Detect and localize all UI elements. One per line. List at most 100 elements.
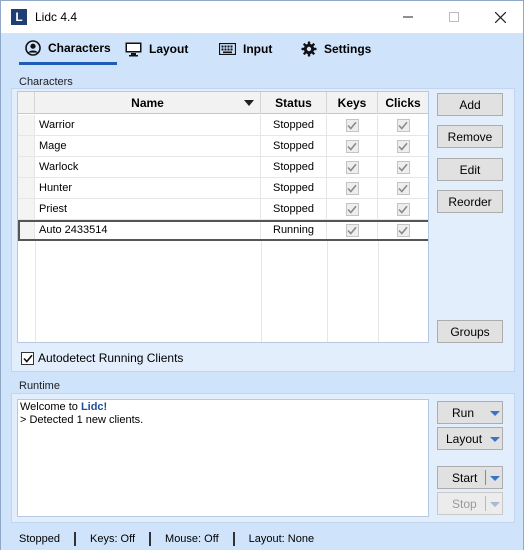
row-selector[interactable] [18,199,35,219]
chevron-down-icon[interactable] [490,502,500,507]
chevron-down-icon[interactable] [490,476,500,481]
edit-button[interactable]: Edit [437,158,503,181]
row-selector[interactable] [18,220,35,240]
keys-checkbox[interactable] [345,160,359,174]
table-row[interactable]: Warlock Stopped [18,157,428,178]
keys-checkbox[interactable] [345,139,359,153]
app-icon: L [11,9,27,25]
character-status: Stopped [261,178,327,198]
clicks-cell [378,199,428,219]
log-welcome-prefix: Welcome to [20,401,81,413]
table-row-selected[interactable]: Auto 2433514 Running [18,220,428,241]
status-bar: Stopped Keys: Off Mouse: Off Layout: Non… [1,527,523,550]
keys-cell [327,115,378,135]
layout-button[interactable]: Layout [437,427,503,450]
clicks-cell [378,115,428,135]
status-separator [73,531,76,546]
status-mouse: Mouse: Off [165,532,219,545]
keys-checkbox[interactable] [345,181,359,195]
clicks-checkbox[interactable] [396,118,410,132]
start-label: Start [452,470,478,485]
keys-checkbox[interactable] [345,118,359,132]
table-row[interactable]: Warrior Stopped [18,115,428,136]
clicks-checkbox[interactable] [396,202,410,216]
character-status: Stopped [261,199,327,219]
status-layout: Layout: None [248,532,315,545]
keys-cell [327,178,378,198]
character-name: Auto 2433514 [35,220,261,240]
maximize-button[interactable] [431,1,477,33]
column-header-name[interactable]: Name [35,92,261,114]
column-header-keys[interactable]: Keys [327,92,378,114]
tab-label: Layout [149,42,189,56]
character-status: Running [261,220,327,240]
check-icon [398,121,408,130]
tab-label: Settings [324,42,372,56]
tab-characters[interactable]: Characters [19,33,117,65]
table-row[interactable]: Mage Stopped [18,136,428,157]
keyboard-icon [219,43,236,55]
stop-button[interactable]: Stop [437,492,503,515]
check-icon [398,142,408,151]
column-header-clicks[interactable]: Clicks [378,92,428,114]
tab-label: Input [243,42,273,56]
row-selector[interactable] [18,136,35,156]
close-button[interactable] [477,1,523,33]
tab-layout[interactable]: Layout [119,33,194,65]
keys-checkbox[interactable] [345,202,359,216]
add-button[interactable]: Add [437,93,503,116]
check-icon [22,354,33,363]
check-icon [347,184,357,193]
column-header-label: Status [275,96,312,110]
clicks-checkbox[interactable] [396,139,410,153]
keys-cell [327,136,378,156]
start-button[interactable]: Start [437,466,503,489]
tab-input[interactable]: Input [213,33,278,65]
runtime-log[interactable]: Welcome to Lidc! > Detected 1 new client… [17,399,429,517]
row-selector[interactable] [18,157,35,177]
autodetect-checkbox[interactable]: Autodetect Running Clients [21,351,183,365]
clicks-checkbox[interactable] [396,160,410,174]
gear-icon [301,41,317,57]
character-name: Mage [35,136,261,156]
character-status: Stopped [261,157,327,177]
main-window: L Lidc 4.4 Characters Layout Input Setti… [0,0,524,550]
check-icon [347,121,357,130]
sort-dropdown-icon[interactable] [244,100,254,106]
maximize-icon [449,12,459,22]
groups-button[interactable]: Groups [437,320,503,343]
chevron-down-icon [490,437,500,442]
checkbox-box[interactable] [21,351,34,365]
run-button[interactable]: Run [437,401,503,424]
tab-settings[interactable]: Settings [295,33,377,65]
minimize-button[interactable] [385,1,431,33]
check-icon [398,205,408,214]
autodetect-label: Autodetect Running Clients [38,351,184,365]
column-header-status[interactable]: Status [261,92,327,114]
clicks-cell [378,220,428,240]
check-icon [398,226,408,235]
monitor-icon [125,42,142,56]
check-icon [398,163,408,172]
remove-button[interactable]: Remove [437,125,503,148]
column-header-label: Name [131,96,164,110]
table-row[interactable]: Priest Stopped [18,199,428,220]
keys-checkbox[interactable] [345,223,359,237]
reorder-button[interactable]: Reorder [437,190,503,213]
table-row[interactable]: Hunter Stopped [18,178,428,199]
character-name: Warlock [35,157,261,177]
table-header: Name Status Keys Clicks [18,92,428,114]
clicks-checkbox[interactable] [396,181,410,195]
row-selector[interactable] [18,178,35,198]
keys-cell [327,220,378,240]
row-selector[interactable] [18,115,35,135]
status-separator [149,531,152,546]
log-line: Welcome to Lidc! [20,401,426,414]
log-app-name: Lidc! [80,401,108,413]
clicks-checkbox[interactable] [396,223,410,237]
clicks-cell [378,157,428,177]
keys-cell [327,199,378,219]
characters-section-label: Characters [19,76,73,88]
check-icon [347,205,357,214]
column-header-label: Keys [337,96,367,110]
